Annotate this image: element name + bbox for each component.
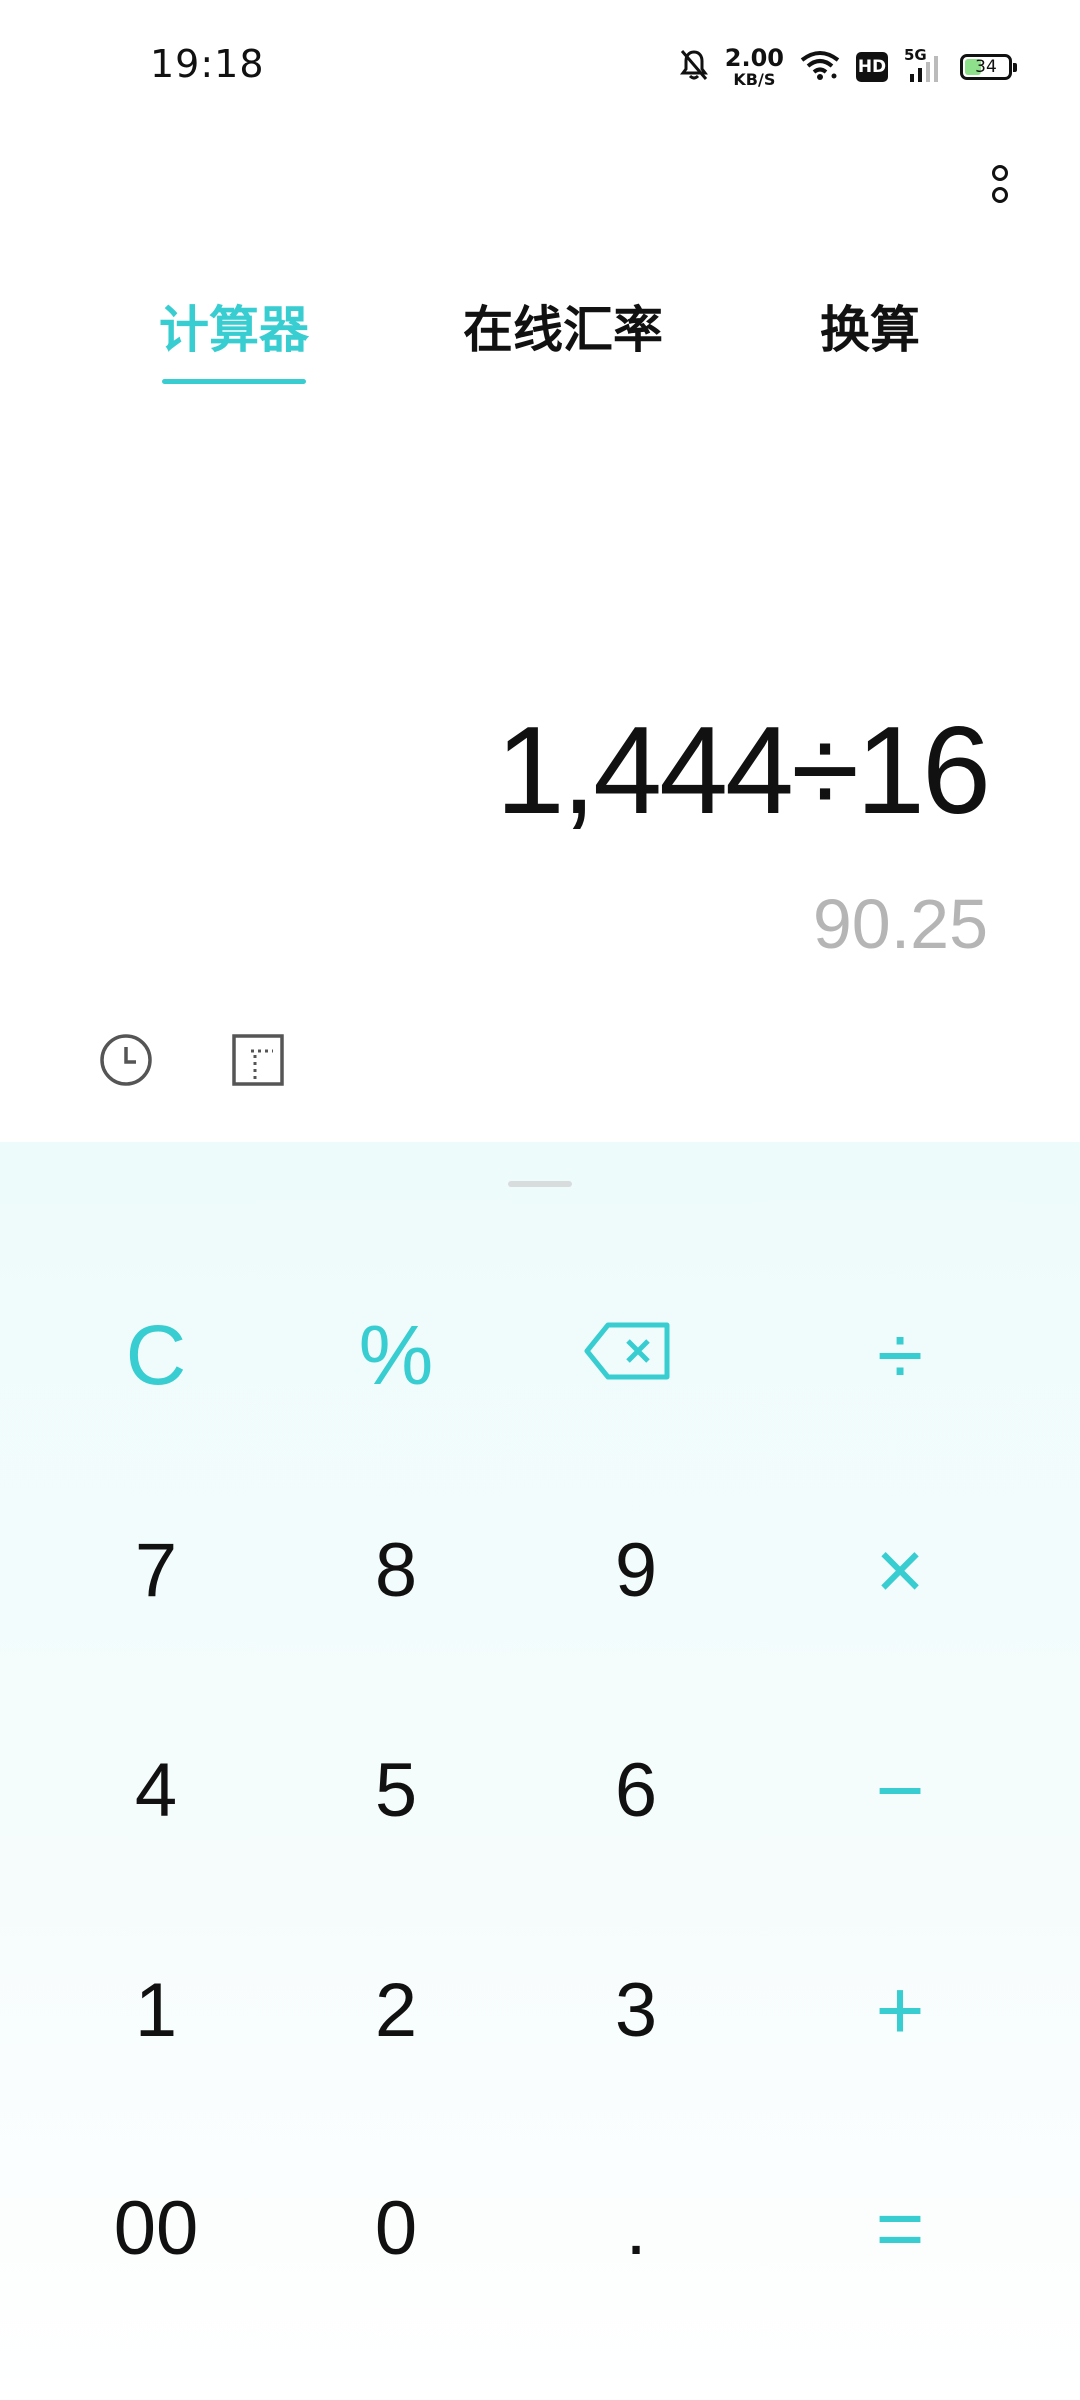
wifi-icon (800, 49, 840, 85)
keypad: C % ÷ 7 8 9 × 4 5 6 − 1 2 3 + 00 0 . = (0, 1142, 1080, 2400)
network-speed: 2.00 KB/S (724, 44, 784, 89)
status-bar: 19:18 2.00 KB/S HD 5G 34 (0, 0, 1080, 130)
scientific-mode-button[interactable] (226, 1030, 290, 1094)
more-dot-icon (992, 187, 1008, 203)
equals-button[interactable]: = (790, 2138, 1010, 2318)
battery-level: 34 (975, 57, 997, 77)
tab-conversion[interactable]: 换算 (820, 290, 920, 362)
tab-indicator (162, 379, 306, 384)
percent-button[interactable]: % (286, 1265, 506, 1445)
history-button[interactable] (94, 1030, 158, 1094)
status-time: 19:18 (150, 42, 265, 86)
decimal-point-button[interactable]: . (526, 2138, 746, 2318)
backspace-icon (583, 1312, 673, 1399)
clock-icon (98, 1032, 154, 1092)
digit-7-button[interactable]: 7 (46, 1480, 266, 1660)
expression-display: 1,444÷16 (495, 702, 991, 840)
tab-calculator[interactable]: 计算器 (159, 290, 309, 362)
digit-8-button[interactable]: 8 (286, 1480, 506, 1660)
hd-icon: HD (856, 52, 888, 82)
signal-icon: 5G (904, 46, 944, 84)
backspace-button[interactable] (518, 1265, 738, 1445)
battery-icon: 34 (960, 54, 1017, 80)
digit-0-button[interactable]: 0 (286, 2138, 506, 2318)
scientific-mode-icon (231, 1033, 285, 1091)
digit-6-button[interactable]: 6 (526, 1700, 746, 1880)
digit-9-button[interactable]: 9 (526, 1480, 746, 1660)
bell-muted-icon (679, 48, 709, 86)
digit-2-button[interactable]: 2 (286, 1920, 506, 2100)
multiply-button[interactable]: × (790, 1480, 1010, 1660)
digit-3-button[interactable]: 3 (526, 1920, 746, 2100)
clear-button[interactable]: C (46, 1265, 266, 1445)
keypad-drag-handle[interactable] (508, 1181, 572, 1187)
double-zero-button[interactable]: 00 (46, 2138, 266, 2318)
digit-5-button[interactable]: 5 (286, 1700, 506, 1880)
more-dot-icon (992, 165, 1008, 181)
digit-1-button[interactable]: 1 (46, 1920, 266, 2100)
divide-button[interactable]: ÷ (790, 1265, 1010, 1445)
tab-exchange-rate[interactable]: 在线汇率 (463, 290, 663, 362)
status-icons: 2.00 KB/S HD 5G 34 (679, 40, 1017, 94)
add-button[interactable]: + (790, 1920, 1010, 2100)
digit-4-button[interactable]: 4 (46, 1700, 266, 1880)
more-options-button[interactable] (972, 156, 1028, 212)
calculator-screen: 19:18 2.00 KB/S HD 5G 34 计算器 在线汇率 换算 1,4… (0, 0, 1080, 2400)
result-display: 90.25 (812, 885, 988, 963)
subtract-button[interactable]: − (790, 1700, 1010, 1880)
